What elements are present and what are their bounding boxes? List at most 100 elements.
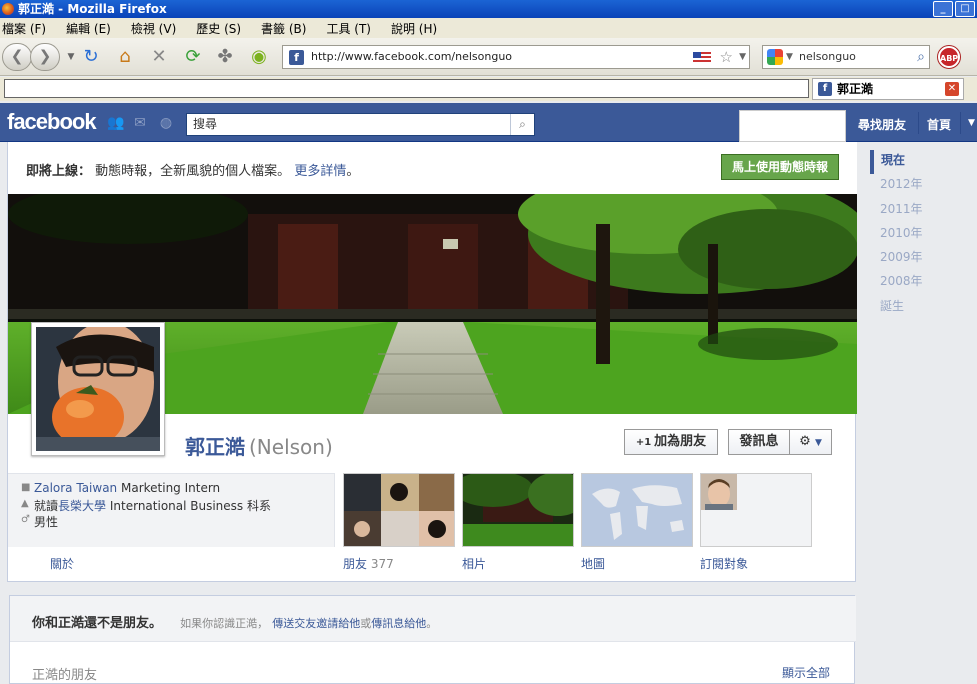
menu-history[interactable]: 歷史 (S) <box>194 20 241 37</box>
map-tile[interactable] <box>581 473 693 547</box>
menu-view[interactable]: 檢視 (V) <box>129 20 176 37</box>
download-icon[interactable]: ◉ <box>248 46 270 68</box>
find-friends-link[interactable]: 尋找朋友 <box>858 116 906 133</box>
photos-tile[interactable] <box>462 473 574 547</box>
adblock-plus-button[interactable]: ABP <box>938 46 960 68</box>
gender-text: 男性 <box>34 515 59 529</box>
profile-picture[interactable] <box>31 322 165 456</box>
reload-icon[interactable]: ↻ <box>80 46 102 68</box>
facebook-favicon-icon: f <box>818 82 832 96</box>
year-2012[interactable]: 2012年 <box>870 174 977 198</box>
message-button[interactable]: 發訊息 <box>728 429 790 455</box>
promo-body: 動態時報，全新風貌的個人檔案。 <box>95 164 291 179</box>
friends-label: 朋友 <box>343 557 368 571</box>
work-info: ■ Zalora Taiwan Marketing Intern <box>21 481 220 495</box>
education-field: International Business 科系 <box>109 499 271 513</box>
photos-thumbnail-image <box>463 474 573 546</box>
search-magnifier-icon[interactable]: ⌕ <box>917 46 925 68</box>
work-company-link[interactable]: Zalora Taiwan <box>34 481 117 495</box>
not-friends-text: 你和正澔還不是朋友。 <box>32 616 163 631</box>
home-icon[interactable]: ⌂ <box>114 46 136 68</box>
stop-icon[interactable]: ✕ <box>148 46 170 68</box>
messages-icon[interactable]: ✉ <box>132 115 148 131</box>
school-link[interactable]: 長榮大學 <box>58 499 106 513</box>
send-request-link[interactable]: 傳送交友邀請給他 <box>272 617 360 630</box>
year-born[interactable]: 誕生 <box>870 296 977 320</box>
world-map-image <box>582 474 692 546</box>
maximize-button[interactable]: □ <box>955 1 975 17</box>
year-now[interactable]: 現在 <box>870 150 977 175</box>
account-dropdown-icon[interactable]: ▼ <box>968 118 975 128</box>
user-box[interactable] <box>739 110 846 142</box>
year-2009[interactable]: 2009年 <box>870 247 977 271</box>
menu-file[interactable]: 檔案 (F) <box>0 20 46 37</box>
engine-dropdown-icon[interactable]: ▼ <box>786 46 793 68</box>
menu-tools[interactable]: 工具 (T) <box>324 20 371 37</box>
notifications-icon[interactable]: ◍ <box>158 115 174 131</box>
promo-more-link[interactable]: 更多詳情 <box>294 164 346 179</box>
facebook-header: facebook 👥 ✉ ◍ 搜尋 ⌕ 尋找朋友 首頁 ▼ <box>0 103 977 142</box>
add-friend-button[interactable]: +1 加為朋友 <box>624 429 718 455</box>
addon-icon[interactable]: ✤ <box>214 46 236 68</box>
promo-text: 即將上線： 動態時報，全新風貌的個人檔案。 更多詳情。 <box>26 160 359 179</box>
avatar-image <box>36 327 160 451</box>
friends-link[interactable]: 朋友 377 <box>343 555 394 572</box>
friends-tile[interactable] <box>343 473 455 547</box>
close-tab-icon[interactable]: ✕ <box>945 82 959 96</box>
search-box[interactable]: ▼ nelsonguo ⌕ <box>762 45 930 69</box>
education-prefix: 就讀 <box>34 499 59 513</box>
enable-timeline-button[interactable]: 馬上使用動態時報 <box>721 154 839 180</box>
menu-bookmarks[interactable]: 書籤 (B) <box>259 20 306 37</box>
back-button[interactable]: ❮ <box>2 43 32 71</box>
browser-tab[interactable]: f 郭正澔 ✕ <box>812 78 964 100</box>
show-all-link[interactable]: 顯示全部 <box>782 664 830 681</box>
fb-search-placeholder: 搜尋 <box>193 117 218 131</box>
friendship-section: 你和正澔還不是朋友。 如果你認識正澔， 傳送交友邀請給他或傳訊息給他。 正澔的朋… <box>9 595 856 684</box>
menu-help[interactable]: 說明 (H) <box>389 20 437 37</box>
home-link[interactable]: 首頁 <box>927 116 951 133</box>
subscriptions-tile[interactable] <box>700 473 812 547</box>
subscriptions-link[interactable]: 訂閱對象 <box>700 555 748 572</box>
year-2010[interactable]: 2010年 <box>870 223 977 247</box>
back-arrow-icon: ❮ <box>10 47 24 65</box>
photos-link[interactable]: 相片 <box>462 555 486 572</box>
minimize-button[interactable]: _ <box>933 1 953 17</box>
friends-count: 377 <box>370 557 394 571</box>
chevron-down-icon: ▼ <box>814 438 822 448</box>
facebook-logo[interactable]: facebook <box>7 109 97 135</box>
profile-name-text: 郭正澔 <box>185 435 245 459</box>
profile-name: 郭正澔 (Nelson) <box>185 431 333 460</box>
menu-bar: 檔案 (F) 編輯 (E) 檢視 (V) 歷史 (S) 書籤 (B) 工具 (T… <box>0 18 977 38</box>
forward-button[interactable]: ❯ <box>30 43 60 71</box>
url-text: http://www.facebook.com/nelsonguo <box>311 50 513 63</box>
friends-heading: 正澔的朋友 <box>32 668 98 683</box>
avatar <box>36 327 160 451</box>
more-options-button[interactable]: ⚙ ▼ <box>789 429 832 455</box>
history-dropdown-icon[interactable]: ▼ <box>60 46 82 68</box>
firefox-icon <box>2 3 14 15</box>
if-know-text: 如果你認識正澔， <box>180 617 269 630</box>
url-bar[interactable]: f http://www.facebook.com/nelsonguo ☆ ▼ <box>282 45 750 69</box>
friendship-header: 你和正澔還不是朋友。 如果你認識正澔， 傳送交友邀請給他或傳訊息給他。 <box>10 596 856 642</box>
subscription-avatar-image <box>701 474 737 510</box>
fb-search-input[interactable]: 搜尋 ⌕ <box>186 113 535 136</box>
menu-edit[interactable]: 編輯 (E) <box>64 20 111 37</box>
sync-icon[interactable]: ⟳ <box>182 46 204 68</box>
profile-info: ■ Zalora Taiwan Marketing Intern ▲ 就讀長榮大… <box>8 473 335 547</box>
url-dropdown-icon[interactable]: ▼ <box>739 46 746 68</box>
tab-title: 郭正澔 <box>837 82 874 96</box>
about-link[interactable]: 關於 <box>50 555 74 572</box>
send-message-link[interactable]: 傳訊息給他 <box>371 617 426 630</box>
map-link[interactable]: 地圖 <box>581 555 605 572</box>
navigation-toolbar: ❮ ❯ ▼ ↻ ⌂ ✕ ⟳ ✤ ◉ f http://www.facebook.… <box>0 38 977 76</box>
briefcase-icon: ■ <box>21 482 31 493</box>
gender-icon: ♂ <box>21 514 30 525</box>
address-bar-empty[interactable] <box>4 79 809 98</box>
year-2008[interactable]: 2008年 <box>870 271 977 295</box>
friend-requests-icon[interactable]: 👥 <box>107 115 124 131</box>
year-2011[interactable]: 2011年 <box>870 199 977 223</box>
search-icon[interactable]: ⌕ <box>510 114 534 135</box>
timeline-year-nav: 現在 2012年 2011年 2010年 2009年 2008年 誕生 <box>870 150 977 320</box>
promo-lead: 即將上線： <box>26 164 92 179</box>
bookmark-star-icon[interactable]: ☆ <box>720 46 733 68</box>
